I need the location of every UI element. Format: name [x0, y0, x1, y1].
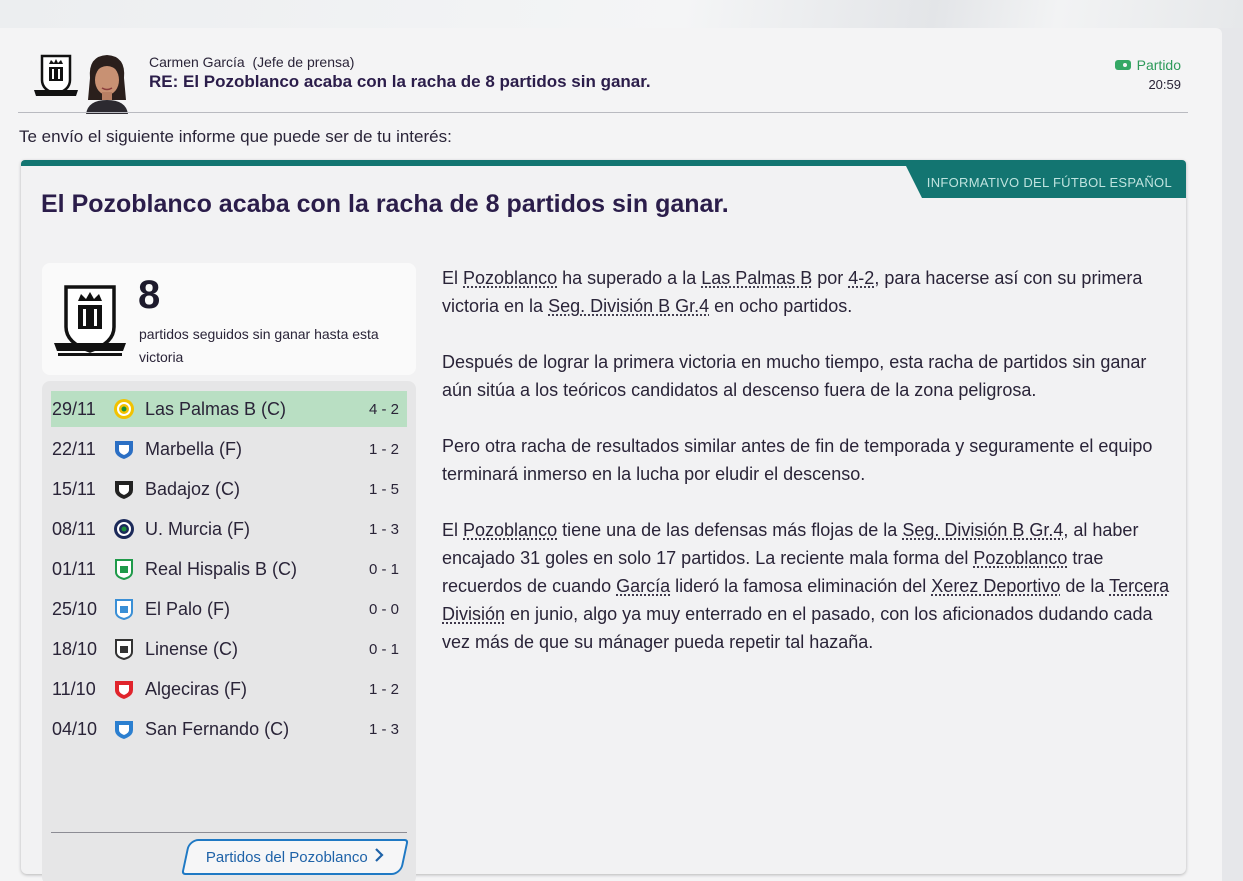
text-fragment: en ocho partidos. [709, 296, 853, 316]
competition-link[interactable]: Seg. División B Gr.4 [902, 520, 1063, 540]
team-link[interactable]: Pozoblanco [973, 548, 1067, 568]
result-date: 25/10 [52, 598, 98, 619]
result-date: 22/11 [52, 438, 96, 459]
result-row[interactable]: 25/10 El Palo (F) 0 - 0 [51, 591, 407, 627]
result-opponent[interactable]: U. Murcia (F) [145, 519, 355, 540]
club-badge-icon [113, 637, 145, 661]
divider [18, 112, 1188, 113]
result-date: 29/11 [52, 398, 96, 419]
result-opponent[interactable]: Algeciras (F) [145, 679, 355, 700]
text-fragment: El [442, 520, 464, 540]
sender-role: (Jefe de prensa) [252, 54, 355, 70]
team-link[interactable]: Xerez Deportivo [931, 576, 1060, 596]
text-fragment: por [812, 268, 849, 288]
match-link[interactable]: 4-2 [848, 268, 874, 288]
result-score: 1 - 5 [368, 480, 399, 498]
result-row[interactable]: 01/11 Real Hispalis B (C) 0 - 1 [51, 551, 407, 587]
ticket-icon [1114, 60, 1131, 70]
club-badge-icon [113, 477, 145, 501]
result-opponent[interactable]: Real Hispalis B (C) [145, 559, 355, 580]
news-body: El Pozoblanco ha superado a la Las Palma… [442, 264, 1177, 684]
result-score: 1 - 2 [368, 680, 399, 698]
team-link[interactable]: Pozoblanco [463, 520, 557, 540]
window-top-band [0, 0, 1243, 28]
team-fixtures-button[interactable]: Partidos del Pozoblanco [181, 839, 409, 875]
club-badge-icon [113, 557, 145, 581]
team-link[interactable]: Pozoblanco [463, 268, 557, 288]
result-date: 18/10 [52, 638, 98, 659]
competition-link[interactable]: Seg. División B Gr.4 [548, 296, 709, 316]
message-intro: Te envío el siguiente informe que puede … [19, 127, 452, 146]
text-fragment: lideró la famosa eliminación del [670, 576, 932, 596]
result-row[interactable]: 15/11 Badajoz (C) 1 - 5 [51, 471, 407, 507]
result-row[interactable]: 18/10 Linense (C) 0 - 1 [51, 631, 407, 667]
sender-avatar [86, 55, 128, 114]
recent-results-panel: 29/11 Las Palmas B (C) 4 - 2 22/11 Marbella … [42, 381, 416, 881]
streak-description: partidos seguidos sin ganar hasta esta v… [139, 326, 379, 365]
streak-number: 8 [138, 273, 161, 317]
result-score: 0 - 1 [368, 640, 399, 658]
result-opponent[interactable]: El Palo (F) [145, 599, 355, 620]
result-score: 0 - 1 [368, 560, 399, 578]
text-fragment: en junio, algo ya muy enterrado en el pa… [442, 604, 1153, 652]
result-row[interactable]: 04/10 San Fernando (C) 1 - 3 [51, 711, 407, 747]
club-badge-icon [113, 717, 145, 741]
news-card: INFORMATIVO DEL FÚTBOL ESPAÑOL El Pozobl… [21, 160, 1186, 881]
result-date: 11/10 [52, 678, 96, 699]
result-opponent[interactable]: Badajoz (C) [145, 479, 355, 500]
result-score: 0 - 0 [368, 600, 399, 618]
result-row[interactable]: 08/11 U. Murcia (F) 1 - 3 [51, 511, 407, 547]
result-score: 1 - 3 [368, 720, 399, 738]
result-score: 1 - 2 [368, 440, 399, 458]
club-crest-icon [54, 285, 126, 356]
result-opponent[interactable]: San Fernando (C) [145, 719, 355, 740]
club-badge-icon [113, 397, 145, 421]
result-date: 04/10 [52, 718, 98, 739]
result-score: 1 - 3 [368, 520, 399, 538]
result-opponent[interactable]: Las Palmas B (C) [145, 399, 355, 420]
result-row[interactable]: 29/11 Las Palmas B (C) 4 - 2 [51, 391, 407, 427]
news-headline: El Pozoblanco acaba con la racha de 8 pa… [41, 190, 729, 218]
manager-link[interactable]: García [616, 576, 670, 596]
news-paragraph-1: El Pozoblanco ha superado a la Las Palma… [442, 264, 1177, 320]
divider [51, 832, 407, 833]
news-source-tab: INFORMATIVO DEL FÚTBOL ESPAÑOL [906, 166, 1186, 198]
result-date: 08/11 [52, 518, 96, 539]
sender-name: Carmen García [149, 54, 245, 70]
text-fragment: tiene una de las defensas más flojas de … [557, 520, 903, 540]
inbox-message: Carmen García (Jefe de prensa) RE: El Po… [0, 28, 1222, 881]
streak-summary: 8 partidos seguidos sin ganar hasta esta… [42, 263, 416, 375]
message-subject: RE: El Pozoblanco acaba con la racha de … [149, 72, 651, 91]
team-link[interactable]: Las Palmas B [701, 268, 812, 288]
club-crest-icon [34, 54, 78, 96]
sender-line: Carmen García (Jefe de prensa) [149, 54, 354, 70]
result-opponent[interactable]: Marbella (F) [145, 439, 355, 460]
news-source: INFORMATIVO DEL FÚTBOL ESPAÑOL [926, 174, 1172, 190]
team-fixtures-label: Partidos del Pozoblanco [205, 848, 368, 866]
chevron-right-icon [375, 848, 384, 866]
result-row[interactable]: 22/11 Marbella (F) 1 - 2 [51, 431, 407, 467]
result-date: 15/11 [52, 478, 96, 499]
club-badge-icon [113, 517, 145, 541]
text-fragment: ha superado a la [557, 268, 702, 288]
result-date: 01/11 [52, 558, 96, 579]
message-time: 20:59 [1148, 77, 1181, 92]
news-paragraph-3: Pero otra racha de resultados similar an… [442, 436, 1153, 484]
text-fragment: El [442, 268, 464, 288]
tag-label: Partido [1136, 57, 1181, 73]
text-fragment: de la [1060, 576, 1110, 596]
result-row[interactable]: 11/10 Algeciras (F) 1 - 2 [51, 671, 407, 707]
club-badge-icon [113, 597, 145, 621]
result-score: 4 - 2 [368, 400, 399, 418]
result-opponent[interactable]: Linense (C) [145, 639, 355, 660]
club-badge-icon [113, 437, 145, 461]
club-badge-icon [113, 677, 145, 701]
message-tag[interactable]: Partido [1114, 57, 1181, 73]
news-paragraph-4: El Pozoblanco tiene una de las defensas … [442, 516, 1177, 656]
news-paragraph-2: Después de lograr la primera victoria en… [442, 352, 1147, 400]
